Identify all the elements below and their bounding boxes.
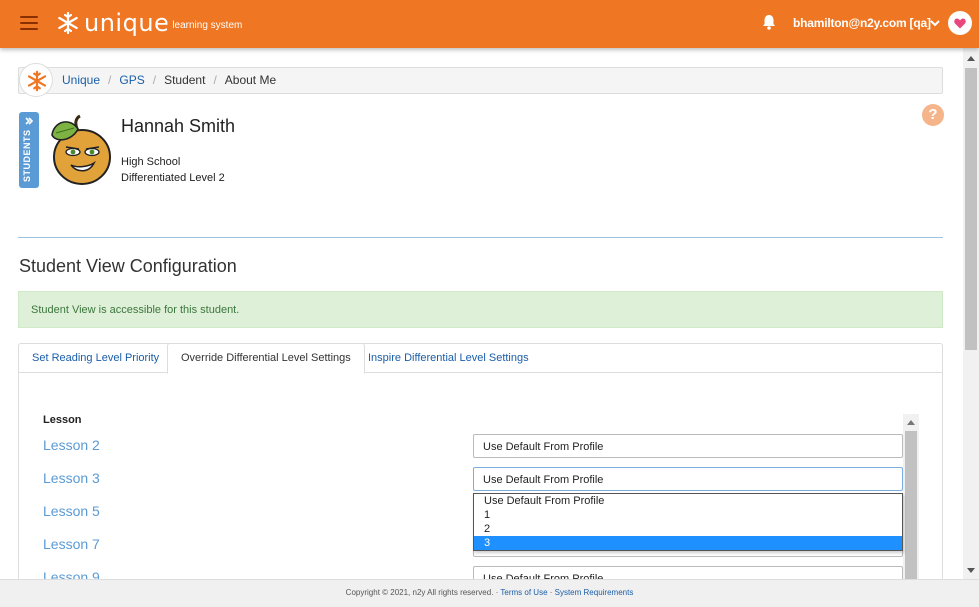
section-divider [18,237,943,238]
chevron-down-icon[interactable] [930,18,940,28]
user-account-name[interactable]: bhamilton@n2y.com [qa] [793,16,931,30]
lesson-label[interactable]: Lesson 3 [43,470,100,486]
dropdown-option[interactable]: Use Default From Profile [474,494,902,508]
heart-icon [954,18,966,29]
app-logo[interactable]: unique learning system [56,11,242,35]
scroll-up-icon[interactable] [907,420,915,425]
system-requirements-link[interactable]: System Requirements [555,588,634,597]
lesson-level-select[interactable]: Use Default From Profile [473,467,903,491]
scroll-thumb[interactable] [965,68,977,350]
tab-set-reading-level-priority[interactable]: Set Reading Level Priority [19,344,172,373]
tab-bar: Set Reading Level Priority Override Diff… [18,343,943,374]
breadcrumb-unique[interactable]: Unique [62,73,100,87]
footer: Copyright © 2021, n2y All rights reserve… [0,579,979,607]
breadcrumb-gps[interactable]: GPS [119,73,144,87]
dropdown-option[interactable]: 1 [474,508,902,522]
menu-icon[interactable] [20,16,38,30]
chevron-right-icon [25,117,34,125]
success-alert: Student View is accessible for this stud… [18,291,943,328]
scroll-down-icon[interactable] [967,568,975,573]
breadcrumb-separator: / [108,73,112,87]
tab-override-differential-level-settings[interactable]: Override Differential Level Settings [167,343,365,374]
lesson-label[interactable]: Lesson 2 [43,437,100,453]
lesson-list-scrollbar[interactable] [903,414,919,580]
terms-of-use-link[interactable]: Terms of Use [500,588,547,597]
students-panel-toggle[interactable]: STUDENTS [19,112,39,188]
user-avatar[interactable] [948,11,972,35]
snowflake-logo-icon [58,11,78,35]
lesson-label[interactable]: Lesson 5 [43,503,100,519]
breadcrumb-student: Student [164,73,206,87]
footer-copyright: Copyright © 2021, n2y All rights reserve… [345,588,501,597]
student-level: Differentiated Level 2 [121,172,225,184]
lesson-label[interactable]: Lesson 7 [43,536,100,552]
dropdown-option[interactable]: 2 [474,522,902,536]
student-name: Hannah Smith [121,116,236,136]
student-avatar [51,114,111,185]
snowflake-icon [27,70,47,92]
logo-subtitle: learning system [172,20,243,31]
breadcrumb-home-icon[interactable] [19,63,53,97]
lesson-level-select[interactable]: Use Default From Profile [473,434,903,458]
page-scrollbar[interactable] [963,48,979,579]
footer-separator: · [547,588,555,597]
logo-word: unique [84,9,170,37]
breadcrumb-separator: / [213,73,217,87]
tab-inspire-differential-level-settings[interactable]: Inspire Differential Level Settings [355,344,542,373]
top-navbar: unique learning system bhamilton@n2y.com… [0,0,979,48]
student-school: High School [121,156,181,168]
breadcrumb: Unique / GPS / Student / About Me [62,73,276,87]
bell-icon[interactable] [762,14,776,30]
students-tab-label: STUDENTS [22,129,32,182]
breadcrumb-about-me: About Me [224,73,277,87]
dropdown-option-selected[interactable]: 3 [474,536,902,550]
scroll-up-icon[interactable] [967,56,975,61]
section-title: Student View Configuration [19,256,237,276]
breadcrumb-separator: / [152,73,157,87]
help-icon[interactable]: ? [922,104,944,126]
scroll-thumb[interactable] [905,431,917,580]
lesson-column-header: Lesson [43,414,82,426]
level-dropdown-list[interactable]: Use Default From Profile 1 2 3 [473,493,903,551]
